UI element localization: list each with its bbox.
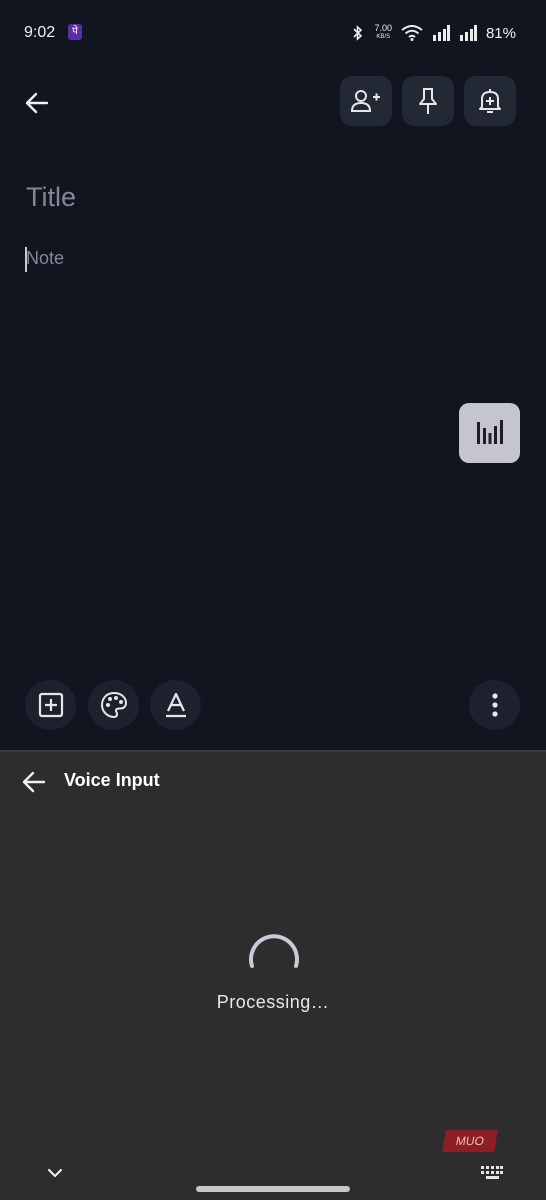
arrow-left-icon bbox=[25, 92, 49, 114]
add-collaborator-button[interactable] bbox=[340, 76, 392, 126]
arrow-left-icon bbox=[22, 771, 46, 793]
more-options-button[interactable] bbox=[469, 680, 520, 730]
add-collaborator-icon bbox=[351, 90, 380, 112]
text-format-icon bbox=[165, 692, 186, 718]
more-vert-icon bbox=[491, 693, 498, 717]
status-bar: 9:02 पे 7.00 KB/S 81% bbox=[0, 0, 546, 66]
audio-waveform-icon bbox=[476, 420, 503, 444]
add-box-icon bbox=[38, 692, 63, 718]
voice-input-title: Voice Input bbox=[64, 770, 160, 790]
keyboard-icon[interactable] bbox=[480, 1164, 504, 1182]
palette-icon bbox=[100, 691, 127, 719]
bluetooth-icon bbox=[353, 25, 363, 41]
gesture-navigation-bar[interactable] bbox=[196, 1186, 350, 1192]
voice-recording-button[interactable] bbox=[459, 403, 520, 463]
note-input[interactable]: Note bbox=[26, 248, 64, 269]
background-options-button[interactable] bbox=[88, 680, 139, 730]
pin-icon bbox=[419, 88, 437, 114]
title-input[interactable]: Title bbox=[26, 182, 76, 213]
watermark-logo: MUO bbox=[442, 1130, 498, 1152]
payment-app-icon: पे bbox=[68, 24, 82, 40]
network-speed-value: 7.00 bbox=[374, 23, 392, 33]
signal-icon bbox=[432, 25, 450, 41]
network-speed-unit: KB/S bbox=[376, 34, 391, 40]
wifi-icon bbox=[401, 25, 423, 41]
add-reminder-button[interactable] bbox=[464, 76, 516, 126]
add-reminder-icon bbox=[479, 89, 501, 113]
status-time: 9:02 bbox=[24, 24, 56, 41]
add-content-button[interactable] bbox=[25, 680, 76, 730]
battery-level: 81% bbox=[485, 24, 516, 42]
chevron-down-icon bbox=[47, 1168, 63, 1178]
loading-spinner-icon bbox=[249, 934, 299, 968]
voice-back-button[interactable] bbox=[20, 768, 48, 796]
network-speed: 7.00 KB/S bbox=[374, 24, 392, 42]
text-format-button[interactable] bbox=[150, 680, 201, 730]
status-icons: 7.00 KB/S 81% bbox=[351, 24, 516, 42]
processing-status: Processing… bbox=[216, 992, 330, 1012]
text-cursor bbox=[25, 247, 27, 272]
pin-button[interactable] bbox=[402, 76, 454, 126]
voice-input-panel: Voice Input Processing… MUO bbox=[0, 750, 546, 1200]
collapse-keyboard-button[interactable] bbox=[44, 1162, 66, 1184]
back-button[interactable] bbox=[20, 86, 54, 120]
signal-icon-2 bbox=[459, 25, 477, 41]
